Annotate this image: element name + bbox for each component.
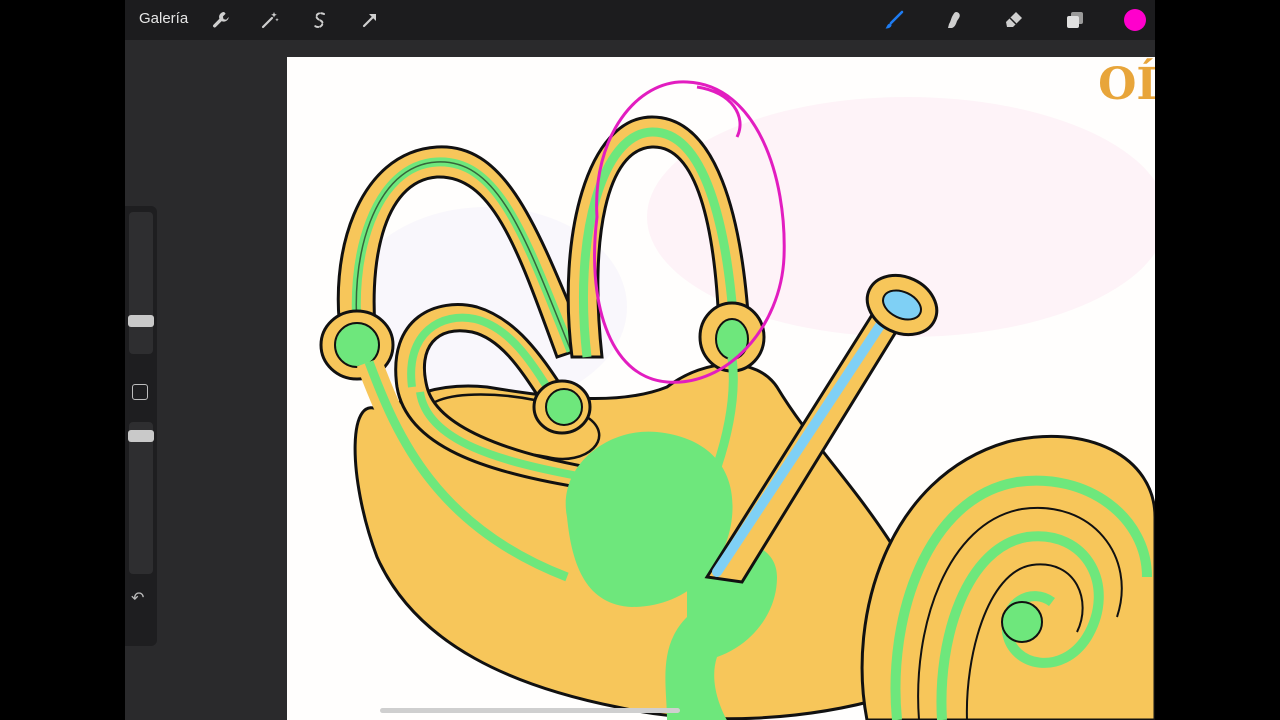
layers-button[interactable] bbox=[1063, 8, 1087, 32]
transform-button[interactable] bbox=[358, 8, 382, 32]
opacity-slider-thumb[interactable] bbox=[128, 430, 154, 442]
brush-icon bbox=[885, 10, 904, 29]
selection-button[interactable] bbox=[308, 8, 332, 32]
undo-button[interactable]: ↶ bbox=[131, 588, 144, 608]
selection-s-icon bbox=[314, 12, 325, 28]
canvas-title-fragment: OÍ bbox=[1098, 59, 1155, 110]
home-indicator[interactable] bbox=[380, 708, 680, 713]
modify-button[interactable] bbox=[132, 384, 148, 400]
top-toolbar: Galería bbox=[125, 0, 1155, 40]
actions-button[interactable] bbox=[209, 8, 233, 32]
opacity-slider-track[interactable] bbox=[129, 422, 153, 574]
brush-size-slider-thumb[interactable] bbox=[128, 315, 154, 327]
brush-size-slider-track[interactable] bbox=[129, 212, 153, 354]
inner-ear-illustration bbox=[319, 80, 1155, 720]
color-picker-button[interactable] bbox=[1124, 9, 1146, 31]
smudge-tool-button[interactable] bbox=[942, 8, 966, 32]
brush-tool-button[interactable] bbox=[882, 8, 906, 32]
smudge-finger-icon bbox=[948, 12, 960, 28]
drawing-canvas[interactable]: OÍ bbox=[287, 57, 1155, 720]
gallery-button[interactable]: Galería bbox=[139, 10, 188, 27]
adjustments-button[interactable] bbox=[258, 8, 282, 32]
magic-wand-icon bbox=[261, 12, 279, 29]
layers-icon bbox=[1067, 12, 1083, 28]
undo-arrow-icon: ↶ bbox=[131, 590, 145, 607]
eraser-icon bbox=[1006, 12, 1022, 27]
arrow-cursor-icon bbox=[362, 14, 376, 28]
eraser-tool-button[interactable] bbox=[1002, 8, 1026, 32]
wrench-icon bbox=[213, 12, 229, 28]
cochlea bbox=[860, 434, 1155, 720]
procreate-app-window: Galería ↶ OÍ bbox=[125, 0, 1155, 720]
side-toolbar: ↶ bbox=[125, 206, 157, 646]
